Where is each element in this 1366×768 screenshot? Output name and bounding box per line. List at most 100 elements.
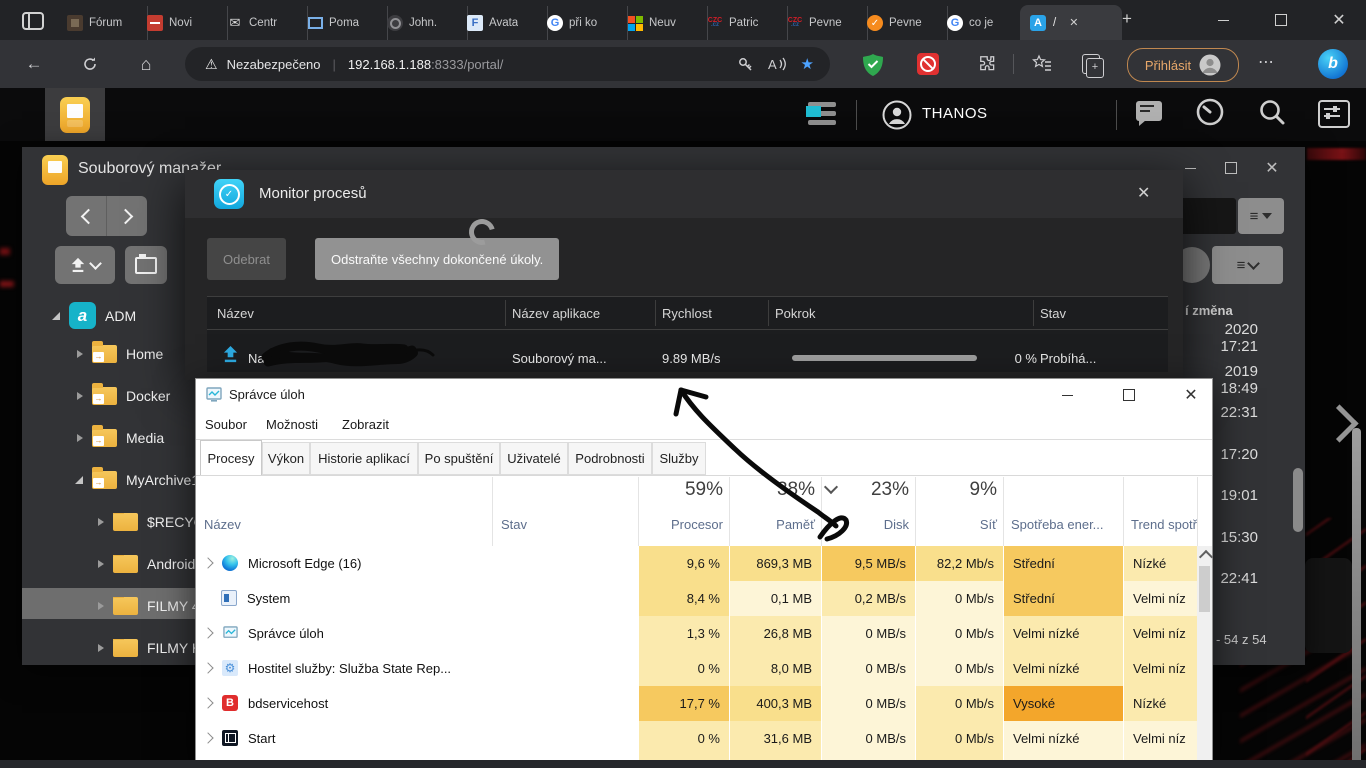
process-row[interactable]: Správce úloh 1,3 % 26,8 MB 0 MB/s 0 Mb/s… — [196, 616, 1197, 651]
col-header-procesor[interactable]: Procesor — [638, 517, 723, 532]
new-tab-button[interactable]: + — [1122, 9, 1132, 29]
tm-tab-procesy[interactable]: Procesy — [200, 440, 262, 476]
expand-chevron-icon[interactable] — [204, 557, 214, 568]
column-header[interactable]: Pokrok — [775, 306, 815, 321]
col-header-trend[interactable]: Trend spotř — [1131, 517, 1197, 532]
expander-closed-icon[interactable] — [77, 392, 83, 400]
insecure-warning-icon[interactable]: ⚠ — [205, 56, 218, 73]
process-row[interactable]: B bdservicehost 17,7 % 400,3 MB 0 MB/s 0… — [196, 686, 1197, 721]
tm-minimize-button[interactable] — [1054, 382, 1080, 408]
tm-tab-po-spusteni[interactable]: Po spuštění — [418, 442, 500, 475]
password-key-icon[interactable] — [737, 56, 754, 73]
browser-tab-avatar[interactable]: F Avata — [458, 6, 548, 40]
preferences-sliders-icon[interactable] — [1318, 100, 1350, 128]
address-host[interactable]: 192.168.1.188 — [348, 57, 431, 72]
menu-moznosti[interactable]: Možnosti — [266, 417, 318, 432]
user-avatar-icon[interactable] — [882, 100, 912, 130]
window-close-button[interactable]: ✕ — [1326, 7, 1352, 33]
browser-tab-czc-1[interactable]: CZC.cz Patric — [698, 6, 788, 40]
fm-sort-button[interactable]: ≡ — [1238, 198, 1284, 234]
expander-closed-icon[interactable] — [98, 644, 104, 652]
browser-tab-czc-2[interactable]: CZC.cz Pevne — [778, 6, 868, 40]
expand-chevron-icon[interactable] — [204, 627, 214, 638]
tree-item-myarchive1[interactable]: MyArchive1 — [75, 471, 199, 489]
browser-tab-active-asustor[interactable]: A / ✕ — [1020, 5, 1122, 40]
column-header[interactable]: Název aplikace — [512, 306, 600, 321]
resource-monitor-gauge-icon[interactable] — [1196, 98, 1224, 126]
remove-task-button[interactable]: Odebrat — [207, 238, 286, 280]
expander-closed-icon[interactable] — [98, 602, 104, 610]
browser-tab-john[interactable]: John. — [378, 6, 468, 40]
favorite-star-icon[interactable]: ★ — [801, 55, 814, 73]
tm-scrollbar-thumb[interactable] — [1199, 566, 1210, 612]
tm-tab-sluzby[interactable]: Služby — [652, 442, 706, 475]
fm-upload-button[interactable] — [55, 246, 115, 284]
fm-close-button[interactable]: ✕ — [1259, 155, 1285, 181]
tab-close-icon[interactable]: ✕ — [1069, 16, 1078, 29]
open-apps-icon[interactable] — [806, 102, 838, 128]
file-list-scrollbar-thumb[interactable] — [1293, 468, 1303, 532]
browser-tab-forum[interactable]: Fórum — [58, 6, 148, 40]
browser-tab-centrum[interactable]: ✉ Centr — [218, 6, 308, 40]
tree-item-adm[interactable]: a ADM — [52, 302, 136, 329]
fm-view-mode-button[interactable]: ≡ — [1212, 246, 1283, 284]
col-header-sit[interactable]: Síť — [915, 517, 997, 532]
fm-maximize-button[interactable] — [1218, 155, 1244, 181]
window-minimize-button[interactable] — [1210, 7, 1236, 33]
tree-item-media[interactable]: Media — [77, 429, 164, 447]
window-maximize-button[interactable] — [1268, 7, 1294, 33]
home-button[interactable]: ⌂ — [130, 48, 162, 80]
expand-chevron-icon[interactable] — [204, 662, 214, 673]
insecure-label[interactable]: Nezabezpečeno — [227, 57, 321, 72]
taskbar-file-manager-button[interactable] — [45, 88, 105, 141]
collections-icon[interactable]: + — [1082, 54, 1100, 74]
expander-closed-icon[interactable] — [98, 518, 104, 526]
browser-tab-novinky[interactable]: Novi — [138, 6, 228, 40]
col-header-stav[interactable]: Stav — [501, 517, 527, 532]
search-icon[interactable] — [1258, 98, 1286, 126]
messages-icon[interactable] — [1136, 101, 1162, 121]
dialog-header[interactable]: ✓ Monitor procesů ✕ — [185, 170, 1183, 218]
adblock-icon[interactable] — [917, 53, 939, 75]
tm-maximize-button[interactable] — [1116, 382, 1142, 408]
tab-workspaces-icon[interactable] — [22, 12, 44, 30]
col-header-nazev[interactable]: Název — [204, 517, 241, 532]
expander-open-icon[interactable] — [52, 312, 60, 320]
expander-closed-icon[interactable] — [98, 560, 104, 568]
adguard-shield-icon[interactable] — [862, 53, 884, 77]
tree-item-filmy-hd[interactable]: FILMY HD — [98, 639, 195, 657]
col-header-spotreba[interactable]: Spotřeba ener... — [1011, 517, 1104, 532]
tree-item-recycle[interactable]: $RECYCLE — [98, 513, 195, 531]
process-row[interactable]: Microsoft Edge (16) 9,6 % 869,3 MB 9,5 M… — [196, 546, 1197, 581]
tm-scrollbar-track[interactable] — [1197, 546, 1212, 767]
cpu-total-percent[interactable]: 59% — [638, 479, 723, 501]
fm-forward-button[interactable] — [107, 196, 147, 236]
menu-soubor[interactable]: Soubor — [205, 417, 247, 432]
tm-tab-podrobnosti[interactable]: Podrobnosti — [568, 442, 652, 475]
fm-new-folder-button[interactable] — [125, 246, 167, 284]
favorites-bar-icon[interactable] — [1032, 54, 1052, 74]
fm-back-button[interactable] — [66, 196, 107, 236]
tree-item-android[interactable]: Android — [98, 555, 195, 573]
process-row[interactable]: System 8,4 % 0,1 MB 0,2 MB/s 0 Mb/s Stře… — [196, 581, 1197, 616]
menu-zobrazit[interactable]: Zobrazit — [342, 417, 389, 432]
tm-tab-uzivatele[interactable]: Uživatelé — [500, 442, 568, 475]
address-bar[interactable]: ⚠ Nezabezpečeno | 192.168.1.188 :8333/po… — [185, 47, 830, 81]
tm-tab-historie[interactable]: Historie aplikací — [310, 442, 418, 475]
task-name[interactable]: Nahrát: — [248, 351, 291, 366]
expand-chevron-icon[interactable] — [204, 732, 214, 743]
column-header[interactable]: Rychlost — [662, 306, 712, 321]
process-row[interactable]: ⚙ Hostitel služby: Služba State Rep... 0… — [196, 651, 1197, 686]
browser-tab-google-2[interactable]: G co je — [938, 6, 1027, 40]
memory-total-percent[interactable]: 38% — [729, 479, 815, 501]
tm-close-button[interactable]: ✕ — [1178, 382, 1204, 408]
tree-item-filmy-4k[interactable]: FILMY 4K — [98, 597, 195, 615]
col-header-disk[interactable]: Disk — [821, 517, 909, 532]
column-header[interactable]: Stav — [1040, 306, 1066, 321]
reload-button[interactable] — [74, 48, 106, 80]
browser-tab-pomahame[interactable]: Poma — [298, 6, 388, 40]
expand-chevron-icon[interactable] — [204, 697, 214, 708]
scrollbar-up-arrow-icon[interactable] — [1198, 550, 1212, 564]
browser-tab-google-1[interactable]: G při ko — [538, 6, 628, 40]
address-path[interactable]: :8333/portal/ — [431, 57, 503, 72]
